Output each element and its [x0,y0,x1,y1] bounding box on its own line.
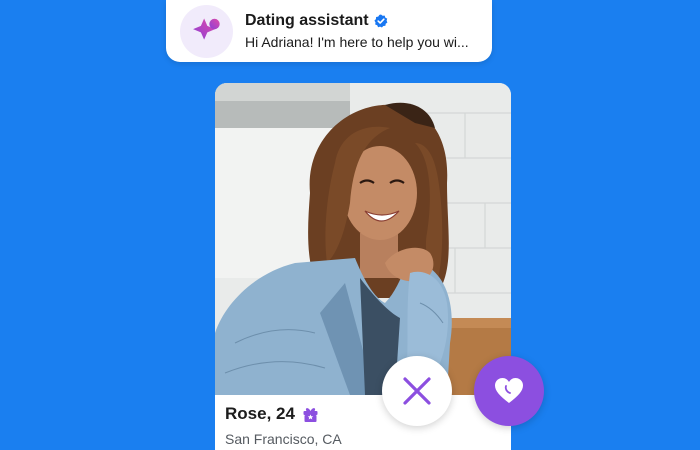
verified-badge-icon [373,14,388,28]
profile-name-age: Rose, 24 [225,404,295,423]
assistant-message: Hi Adriana! I'm here to help you wi... [245,34,469,50]
heart-icon [495,378,523,403]
sparkle-icon [192,18,220,40]
profile-info: Rose, 24 San Francisco, CA [215,395,511,450]
profile-card[interactable]: Rose, 24 San Francisco, CA [215,83,511,450]
profile-photo [215,83,511,395]
close-icon [403,377,431,405]
gift-icon [302,406,319,423]
assistant-notification[interactable]: Dating assistant Hi Adriana! I'm here to… [166,0,492,62]
like-button[interactable] [474,356,544,426]
profile-location: San Francisco, CA [225,431,342,447]
dislike-button[interactable] [382,356,452,426]
assistant-title: Dating assistant [245,12,369,29]
assistant-avatar [180,4,233,58]
